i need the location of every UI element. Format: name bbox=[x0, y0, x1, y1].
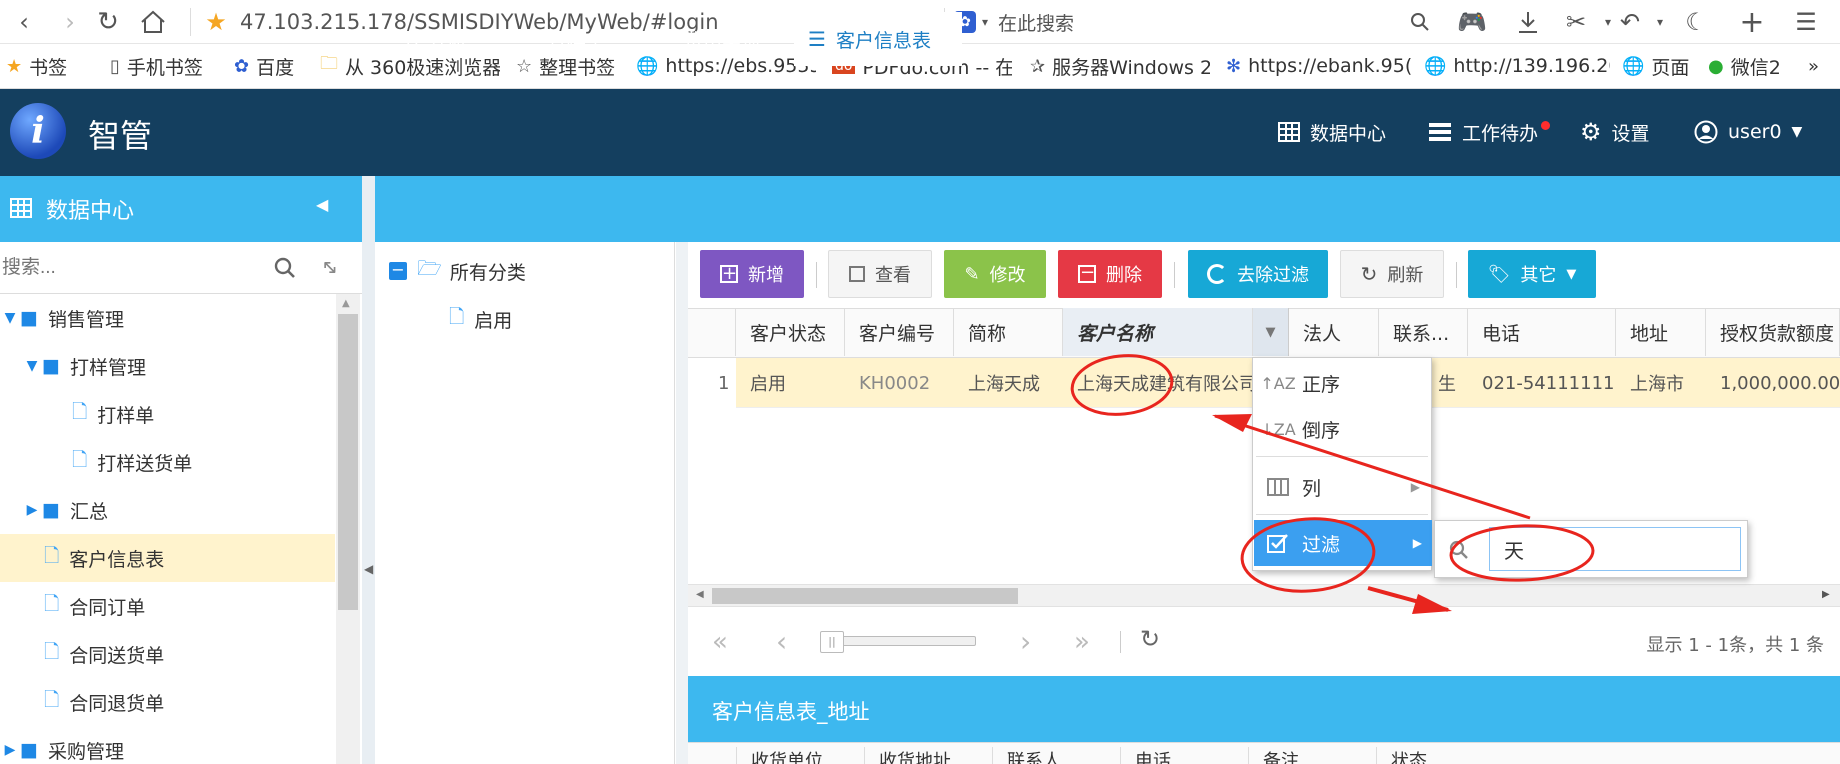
annotation-circle bbox=[1240, 517, 1376, 593]
annotation-circle bbox=[1449, 524, 1595, 582]
annotation-arrowhead bbox=[1212, 414, 1252, 432]
annotation-circle bbox=[1070, 354, 1174, 416]
annotation-arrow bbox=[1214, 414, 1531, 520]
annotation-arrowhead bbox=[1412, 594, 1452, 614]
annotation-overlay bbox=[1070, 354, 1595, 614]
